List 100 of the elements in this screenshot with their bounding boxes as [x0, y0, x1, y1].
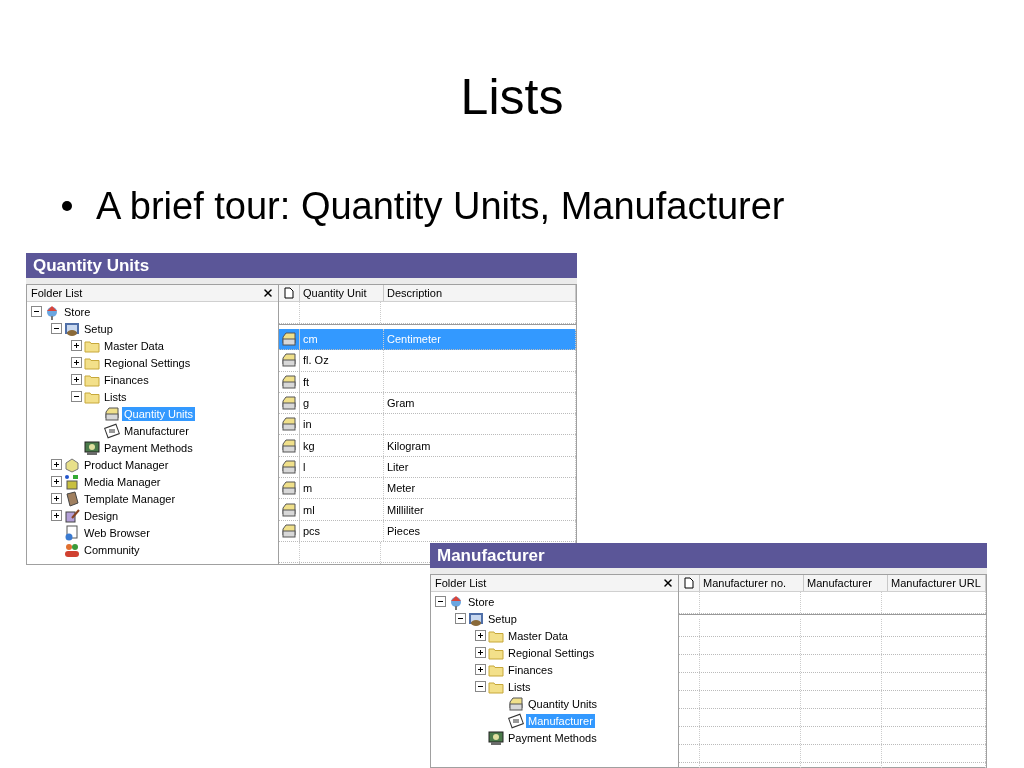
globe-house-icon — [448, 593, 464, 610]
tree-item[interactable]: Product Manager — [82, 457, 171, 472]
expand-toggle[interactable] — [475, 647, 486, 658]
tree-item[interactable]: Manufacturer — [122, 423, 191, 438]
table-row[interactable]: ml Milliliter — [279, 499, 576, 521]
tree-item[interactable]: Store — [466, 594, 497, 609]
expand-toggle[interactable] — [71, 340, 82, 351]
table-cell: l — [300, 456, 384, 478]
expand-toggle[interactable] — [71, 374, 82, 385]
column-header[interactable]: Quantity Unit — [300, 285, 384, 301]
column-header[interactable]: Manufacturer — [804, 575, 888, 591]
table-cell: ml — [300, 499, 384, 520]
people-icon — [64, 541, 80, 558]
drawer-icon — [281, 373, 297, 390]
table-cell: in — [300, 414, 384, 435]
table-cell: pcs — [300, 520, 384, 541]
tree-item[interactable]: Quantity Units — [526, 696, 600, 711]
expand-toggle[interactable] — [51, 493, 62, 504]
globe-house-icon — [44, 303, 60, 320]
tree-item[interactable]: Lists — [102, 389, 129, 404]
table-cell: g — [300, 392, 384, 414]
table-cell: m — [300, 478, 384, 499]
collapse-toggle[interactable] — [435, 596, 446, 607]
table-row[interactable]: kg Kilogram — [279, 435, 576, 457]
close-icon[interactable] — [262, 287, 274, 299]
collapse-toggle[interactable] — [51, 323, 62, 334]
tree-item[interactable]: Community — [82, 542, 142, 557]
drawer-icon — [281, 352, 297, 369]
tree-item[interactable]: Store — [62, 304, 93, 319]
column-header[interactable]: Manufacturer URL — [888, 575, 986, 591]
bullet-text: A brief tour: Quantity Units, Manufacturer — [96, 184, 785, 228]
table-row[interactable]: l Liter — [279, 456, 576, 479]
tree-item[interactable]: Regional Settings — [102, 355, 193, 370]
column-header[interactable]: Manufacturer no. — [700, 575, 804, 591]
drawer-icon — [281, 458, 297, 475]
drawer-icon — [281, 437, 297, 454]
tree-item[interactable]: Setup — [486, 611, 519, 626]
expand-toggle[interactable] — [51, 510, 62, 521]
bullet-icon — [62, 201, 72, 211]
table-row[interactable]: in — [279, 414, 576, 436]
collapse-toggle[interactable] — [475, 681, 486, 692]
table-cell: Liter — [384, 456, 576, 478]
close-icon[interactable] — [662, 577, 674, 589]
table-row[interactable]: pcs Pieces — [279, 520, 576, 542]
tree-item[interactable]: Template Manager — [82, 491, 178, 506]
payment-icon — [488, 729, 504, 746]
tree-item[interactable]: Master Data — [102, 338, 166, 353]
panel-title: Folder List — [31, 287, 83, 299]
table-row[interactable]: m Meter — [279, 478, 576, 500]
monitor-icon — [468, 610, 484, 627]
collapse-toggle[interactable] — [71, 391, 82, 402]
drawer-icon — [281, 416, 297, 433]
table-row[interactable]: ft — [279, 371, 576, 393]
collapse-toggle[interactable] — [31, 306, 42, 317]
tree-item[interactable]: Payment Methods — [506, 730, 599, 745]
expand-toggle[interactable] — [51, 476, 62, 487]
monitor-icon — [64, 320, 80, 337]
expand-toggle[interactable] — [51, 459, 62, 470]
drawer-icon — [281, 395, 297, 412]
drawer-icon — [281, 522, 297, 539]
web-page-icon — [64, 524, 80, 541]
box-icon — [64, 456, 80, 473]
expand-toggle[interactable] — [475, 664, 486, 675]
column-header[interactable]: Description — [384, 285, 576, 301]
brush-icon — [64, 507, 80, 524]
collapse-toggle[interactable] — [455, 613, 466, 624]
tree-item[interactable]: Payment Methods — [102, 440, 195, 455]
media-icon — [64, 473, 80, 490]
drawer-icon — [281, 480, 297, 497]
table-cell: ft — [300, 371, 384, 392]
drawer-icon — [508, 695, 524, 712]
expand-toggle[interactable] — [71, 357, 82, 368]
table-cell: kg — [300, 435, 384, 456]
drawer-icon — [104, 405, 120, 422]
table-row[interactable]: fl. Oz — [279, 350, 576, 372]
tree-item[interactable]: Setup — [82, 321, 115, 336]
window-title: Manufacturer — [430, 543, 987, 568]
tree-item[interactable]: Finances — [102, 372, 151, 387]
expand-toggle[interactable] — [475, 630, 486, 641]
table-cell: Pieces — [384, 520, 576, 541]
table-cell: Gram — [384, 392, 576, 414]
template-icon — [64, 490, 80, 507]
tree-item[interactable]: Master Data — [506, 628, 570, 643]
window-title: Quantity Units — [26, 253, 577, 278]
card-icon — [508, 712, 524, 729]
table-cell: Milliliter — [384, 499, 576, 520]
tree-item[interactable]: Finances — [506, 662, 555, 677]
tree-item[interactable]: Design — [82, 508, 121, 523]
drawer-icon — [281, 501, 297, 518]
table-cell: Centimeter — [384, 329, 576, 350]
tree-item[interactable]: Regional Settings — [506, 645, 597, 660]
tree-item[interactable]: Web Browser — [82, 525, 152, 540]
tree-item[interactable]: Lists — [506, 679, 533, 694]
table-cell: Kilogram — [384, 435, 576, 456]
drawer-icon — [281, 331, 297, 348]
panel-title: Folder List — [435, 577, 487, 589]
card-icon — [104, 422, 120, 439]
table-cell: Meter — [384, 478, 576, 499]
tree-item[interactable]: Media Manager — [82, 474, 163, 489]
table-row[interactable]: g Gram — [279, 392, 576, 415]
